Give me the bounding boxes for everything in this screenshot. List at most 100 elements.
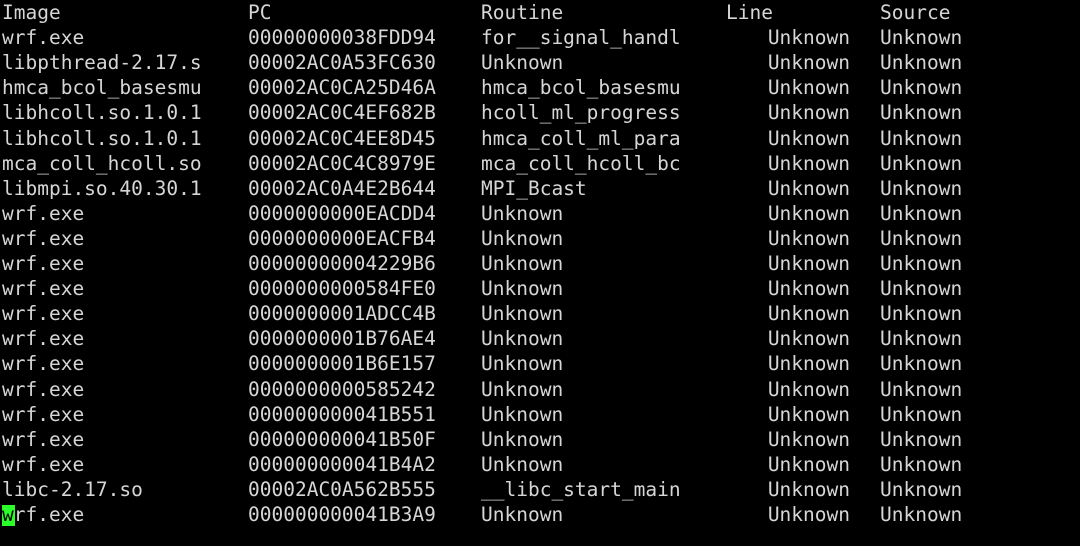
cell-image: wrf.exe <box>2 327 85 351</box>
cell-image: wrf.exe <box>2 201 85 225</box>
cell-line: Unknown <box>767 327 850 351</box>
column-header-source: Source <box>880 1 951 24</box>
cell-routine: Unknown <box>481 302 564 326</box>
table-row: wrf.exe 0000000001ADCC4B Unknown Unknown Unk… <box>0 301 1080 326</box>
cell-routine: Unknown <box>481 402 564 426</box>
cell-routine: mca_coll_hcoll_bc <box>481 151 681 175</box>
cell-pc: 0000000001B6E157 <box>248 352 436 376</box>
cell-image: libhcoll.so.1.0.1 <box>2 101 202 125</box>
cell-source: Unknown <box>880 503 963 526</box>
cell-line: Unknown <box>767 277 850 301</box>
cell-pc: 000000000041B3A9 <box>248 503 436 526</box>
cell-routine: hmca_coll_ml_para <box>481 126 681 150</box>
cell-pc: 0000000000EACDD4 <box>248 201 436 225</box>
cell-source: Unknown <box>880 377 963 401</box>
cell-pc: 00002AC0A562B555 <box>248 477 436 501</box>
table-row: wrf.exe 0000000000584FE0 Unknown Unknown Unk… <box>0 276 1080 301</box>
cell-source: Unknown <box>880 26 963 50</box>
table-row: wrf.exe 0000000000EACDD4 Unknown Unknown Unk… <box>0 201 1080 226</box>
cell-routine: Unknown <box>481 377 564 401</box>
table-row: wrf.exe 0000000000585242 Unknown Unknown Unk… <box>0 377 1080 402</box>
cell-pc: 00000000004229B6 <box>248 252 436 275</box>
terminal-window[interactable]: Image PC Routine Line Source wrf.exe 0000… <box>0 0 1080 546</box>
cell-pc: 0000000000584FE0 <box>248 277 436 301</box>
cell-routine: __libc_start_main <box>481 477 681 501</box>
cell-routine: Unknown <box>481 201 564 225</box>
table-row: hmca_bcol_basesmu 00002AC0CA25D46A hmca_bc… <box>0 75 1080 100</box>
table-row: wrf.exe 00000000004229B6 Unknown Unknown Unk… <box>0 251 1080 276</box>
table-row: libc-2.17.so 00002AC0A562B555 __libc_start… <box>0 477 1080 502</box>
cell-pc: 000000000041B4A2 <box>248 452 436 476</box>
cell-image: wrf.exe <box>2 427 85 451</box>
cell-line: Unknown <box>767 452 850 476</box>
cell-routine: Unknown <box>481 452 564 476</box>
cell-image: wrf.exe <box>2 352 85 376</box>
cell-line: Unknown <box>767 302 850 326</box>
cell-routine: MPI_Bcast <box>481 176 587 200</box>
cell-pc: 00002AC0C4C8979E <box>248 151 436 175</box>
cell-pc: 0000000001ADCC4B <box>248 302 436 326</box>
cell-pc: 00002AC0C4EF682B <box>248 101 436 125</box>
cell-image: wrf.exe <box>2 226 85 250</box>
terminal-cursor-char: w <box>2 503 14 526</box>
cell-image: wrf.exe <box>2 402 85 426</box>
cell-routine: hcoll_ml_progress <box>481 101 681 125</box>
cell-image: wrf.exe <box>2 452 85 476</box>
cell-source: Unknown <box>880 427 963 451</box>
cell-source: Unknown <box>880 126 963 150</box>
cell-image: libc-2.17.so <box>2 477 143 501</box>
cell-source: Unknown <box>880 352 963 376</box>
table-header-row: Image PC Routine Line Source <box>0 0 1080 25</box>
cell-line: Unknown <box>767 176 850 200</box>
column-header-pc: PC <box>248 1 272 24</box>
cell-image: wrf.exe <box>2 377 85 401</box>
cell-source: Unknown <box>880 252 963 275</box>
cell-source: Unknown <box>880 51 963 75</box>
cell-routine: for__signal_handl <box>481 26 681 50</box>
cell-source: Unknown <box>880 277 963 301</box>
cell-line: Unknown <box>767 151 850 175</box>
cell-pc: 0000000000EACFB4 <box>248 226 436 250</box>
cell-line: Unknown <box>767 427 850 451</box>
cell-line: Unknown <box>767 76 850 100</box>
cell-routine: hmca_bcol_basesmu <box>481 76 681 100</box>
cell-image: wrf.exe <box>2 277 85 301</box>
cell-line: Unknown <box>767 126 850 150</box>
cell-source: Unknown <box>880 76 963 100</box>
cell-image: hmca_bcol_basesmu <box>2 76 202 100</box>
cell-pc: 00002AC0A4E2B644 <box>248 176 436 200</box>
cell-pc: 00000000038FDD94 <box>248 26 436 50</box>
cell-source: Unknown <box>880 151 963 175</box>
cell-source: Unknown <box>880 226 963 250</box>
table-row: mca_coll_hcoll.so 00002AC0C4C8979E mca_col… <box>0 151 1080 176</box>
cell-pc: 000000000041B551 <box>248 402 436 426</box>
table-row: wrf.exe 00000000038FDD94 for__signal_handl… <box>0 25 1080 50</box>
cell-routine: Unknown <box>481 226 564 250</box>
cell-line: Unknown <box>767 252 850 275</box>
cell-line: Unknown <box>767 377 850 401</box>
cell-source: Unknown <box>880 201 963 225</box>
table-row: wrf.exe 000000000041B551 Unknown Unknown Unk… <box>0 402 1080 427</box>
cell-routine: Unknown <box>481 427 564 451</box>
cell-image: libhcoll.so.1.0.1 <box>2 126 202 150</box>
column-header-routine: Routine <box>481 1 564 24</box>
cell-image: mca_coll_hcoll.so <box>2 151 202 175</box>
cell-line: Unknown <box>767 201 850 225</box>
cell-pc: 000000000041B50F <box>248 427 436 451</box>
cell-source: Unknown <box>880 452 963 476</box>
cell-source: Unknown <box>880 327 963 351</box>
cell-routine: Unknown <box>481 51 564 75</box>
table-row: libhcoll.so.1.0.1 00002AC0C4EF682B hcoll_m… <box>0 100 1080 125</box>
table-row: wrf.exe 000000000041B4A2 Unknown Unknown Unk… <box>0 452 1080 477</box>
table-row: libhcoll.so.1.0.1 00002AC0C4EE8D45 hmca_co… <box>0 126 1080 151</box>
cell-line: Unknown <box>767 226 850 250</box>
column-header-image: Image <box>2 1 61 24</box>
table-row: libmpi.so.40.30.1 00002AC0A4E2B644 MPI_Bca… <box>0 176 1080 201</box>
cell-routine: Unknown <box>481 252 564 275</box>
cell-routine: Unknown <box>481 352 564 376</box>
cell-source: Unknown <box>880 402 963 426</box>
cell-pc: 00002AC0C4EE8D45 <box>248 126 436 150</box>
cell-line: Unknown <box>767 51 850 75</box>
table-row: wrf.exe 000000000041B50F Unknown Unknown Unk… <box>0 427 1080 452</box>
cell-image: libmpi.so.40.30.1 <box>2 176 202 200</box>
